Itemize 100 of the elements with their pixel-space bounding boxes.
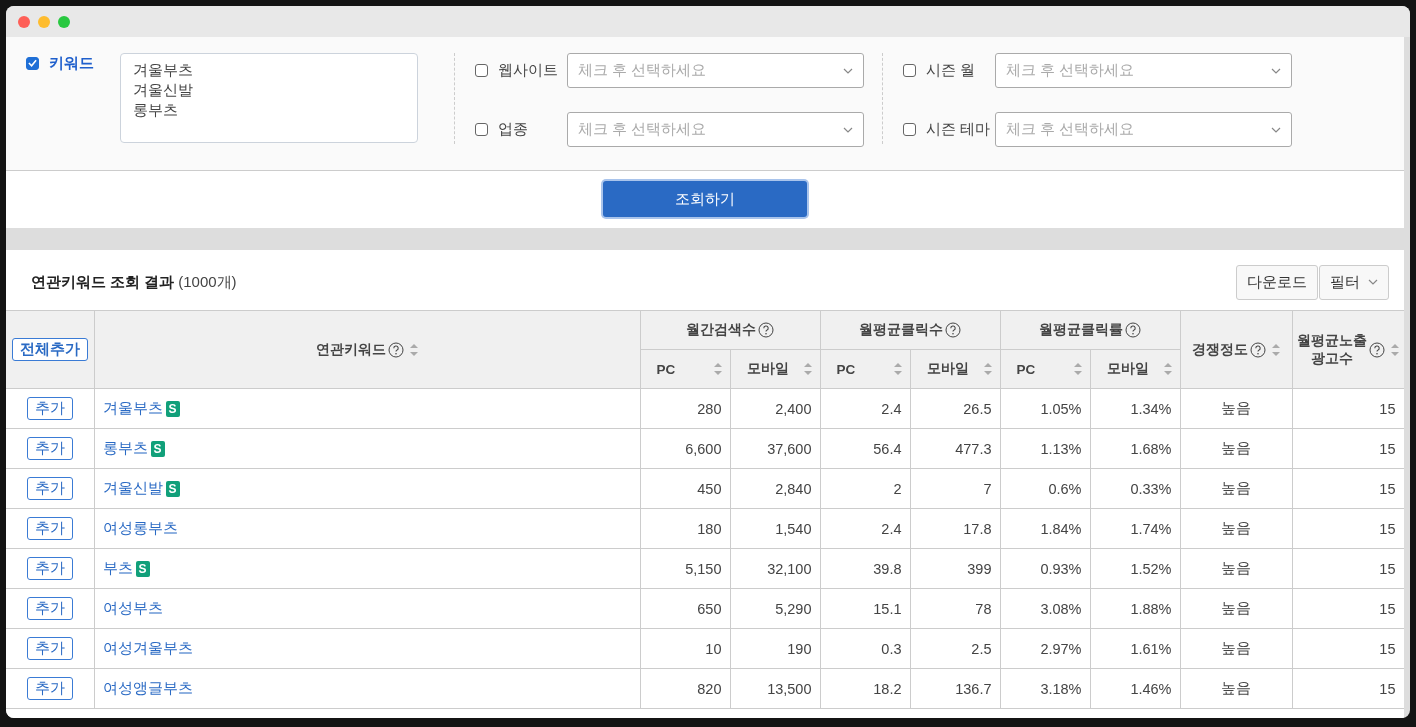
- badge: S: [165, 400, 180, 417]
- filter-label: 시즌 월: [926, 61, 976, 80]
- table-cell: 26.5: [910, 388, 1000, 429]
- column-header[interactable]: PC: [640, 349, 730, 389]
- sort-icon[interactable]: [1163, 363, 1172, 375]
- table-cell: 높음: [1180, 508, 1292, 549]
- keyword-link[interactable]: 롱부츠: [102, 439, 148, 458]
- table-cell: 280: [640, 388, 730, 429]
- sort-icon[interactable]: [803, 363, 812, 375]
- column-header[interactable]: 모바일: [910, 349, 1000, 389]
- table-cell: 3.08%: [1000, 588, 1090, 629]
- column-header[interactable]: PC: [820, 349, 910, 389]
- table-cell: 높음: [1180, 588, 1292, 629]
- search-button[interactable]: 조회하기: [603, 181, 807, 217]
- table-cell: 650: [640, 588, 730, 629]
- sort-icon[interactable]: [1391, 343, 1399, 356]
- table-cell: 2.97%: [1000, 628, 1090, 669]
- table-cell: 1.05%: [1000, 388, 1090, 429]
- table-cell: 1.52%: [1090, 548, 1180, 589]
- badge: S: [135, 560, 150, 577]
- table-cell: 1.84%: [1000, 508, 1090, 549]
- keyword-link[interactable]: 여성겨울부츠: [102, 639, 193, 658]
- sort-icon[interactable]: [713, 363, 722, 375]
- add-button[interactable]: 추가: [26, 477, 73, 500]
- help-icon[interactable]: [758, 322, 774, 338]
- chevron-down-icon: [1368, 279, 1378, 285]
- table-cell: 0.33%: [1090, 468, 1180, 509]
- table-cell: 5,290: [730, 588, 820, 629]
- table-cell: 17.8: [910, 508, 1000, 549]
- help-icon[interactable]: [1125, 322, 1141, 338]
- help-icon[interactable]: [388, 341, 404, 358]
- results-count: (1000개): [178, 272, 237, 290]
- add-button[interactable]: 추가: [26, 517, 73, 540]
- badge: S: [150, 440, 165, 457]
- download-button[interactable]: 다운로드: [1236, 264, 1318, 300]
- column-header[interactable]: 모바일: [730, 349, 820, 389]
- help-icon[interactable]: [1369, 341, 1385, 358]
- filter-label: 시즌 테마: [926, 120, 991, 139]
- table-cell: 높음: [1180, 628, 1292, 669]
- keyword-link[interactable]: 부츠: [102, 559, 133, 578]
- add-button[interactable]: 추가: [26, 397, 73, 420]
- checkbox[interactable]: [475, 123, 488, 136]
- minimize-icon[interactable]: [38, 15, 50, 28]
- checkbox[interactable]: [475, 64, 488, 77]
- table-cell: 10: [640, 628, 730, 669]
- add-all-button[interactable]: 전체추가: [11, 338, 88, 361]
- close-icon[interactable]: [18, 15, 30, 28]
- add-button[interactable]: 추가: [26, 557, 73, 580]
- help-icon[interactable]: [1250, 341, 1266, 358]
- results-title: 연관키워드 조회 결과: [31, 272, 175, 290]
- keyword-input-field[interactable]: 겨울부츠 겨울신발 롱부츠: [120, 53, 418, 143]
- table-cell: 32,100: [730, 548, 820, 589]
- sort-icon[interactable]: [1073, 363, 1082, 375]
- keyword-link[interactable]: 겨울부츠: [102, 399, 163, 418]
- table-cell: 2,400: [730, 388, 820, 429]
- table-cell: 1,540: [730, 508, 820, 549]
- table-cell: 13,500: [730, 668, 820, 709]
- filter-button[interactable]: 필터: [1319, 264, 1389, 300]
- column-header: 월간검색수: [640, 310, 820, 350]
- table-cell: 높음: [1180, 468, 1292, 509]
- table-cell: 0.3: [820, 628, 910, 669]
- add-button[interactable]: 추가: [26, 677, 73, 700]
- maximize-icon[interactable]: [58, 15, 70, 28]
- help-icon[interactable]: [945, 322, 961, 338]
- add-button[interactable]: 추가: [26, 637, 73, 660]
- checkbox[interactable]: [903, 64, 916, 77]
- sort-icon[interactable]: [983, 363, 992, 375]
- filter-label: 웹사이트: [498, 61, 558, 80]
- checkbox[interactable]: [26, 56, 39, 70]
- column-header[interactable]: PC: [1000, 349, 1090, 389]
- chevron-down-icon: [1271, 67, 1281, 74]
- add-button[interactable]: 추가: [26, 437, 73, 460]
- keyword-link[interactable]: 겨울신발: [102, 479, 163, 498]
- sort-icon[interactable]: [410, 343, 418, 356]
- table-cell: 높음: [1180, 548, 1292, 589]
- column-header[interactable]: 연관키워드: [94, 310, 640, 389]
- keyword-link[interactable]: 여성롱부츠: [102, 519, 178, 538]
- sort-icon[interactable]: [893, 363, 902, 375]
- column-header: 월평균클릭수: [820, 310, 1000, 350]
- table-cell: 1.46%: [1090, 668, 1180, 709]
- column-header[interactable]: 경쟁정도: [1180, 310, 1292, 389]
- table-cell: 6,600: [640, 428, 730, 469]
- sort-icon[interactable]: [1272, 343, 1280, 356]
- keyword-link[interactable]: 여성부츠: [102, 599, 163, 618]
- column-header[interactable]: 월평균노출 광고수: [1292, 310, 1404, 389]
- column-header[interactable]: 모바일: [1090, 349, 1180, 389]
- table-cell: 2.4: [820, 508, 910, 549]
- keyword-link[interactable]: 여성앵글부츠: [102, 679, 193, 698]
- table-cell: 높음: [1180, 668, 1292, 709]
- chevron-down-icon: [843, 67, 853, 74]
- table-cell: 39.8: [820, 548, 910, 589]
- column-header: 월평균클릭률: [1000, 310, 1180, 350]
- table-cell: 1.34%: [1090, 388, 1180, 429]
- table-cell: 136.7: [910, 668, 1000, 709]
- table-cell: 0.6%: [1000, 468, 1090, 509]
- checkbox[interactable]: [903, 123, 916, 136]
- add-button[interactable]: 추가: [26, 597, 73, 620]
- table-cell: 56.4: [820, 428, 910, 469]
- table-cell: 3.18%: [1000, 668, 1090, 709]
- keyword-label: 키워드: [49, 53, 94, 73]
